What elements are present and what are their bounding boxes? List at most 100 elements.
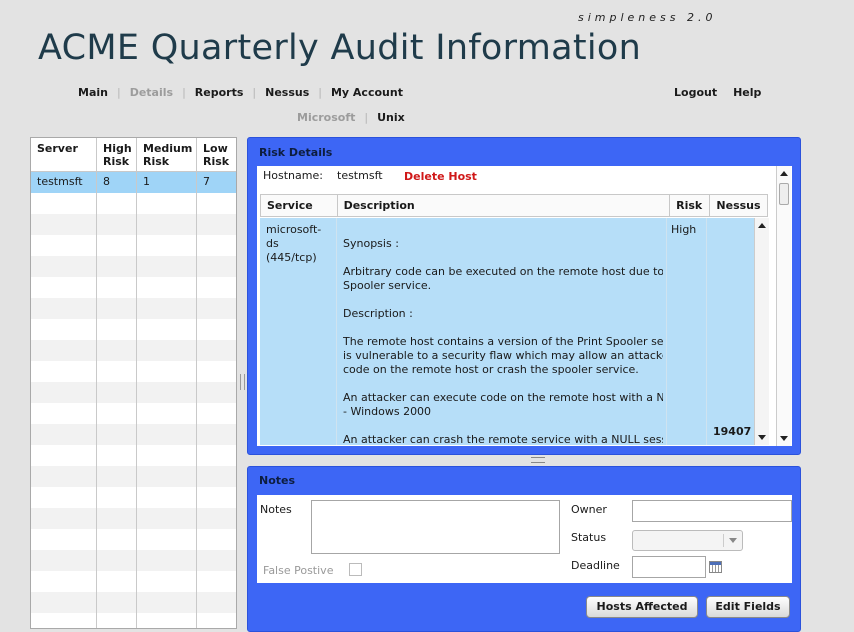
empty-grid-row <box>31 508 236 529</box>
empty-grid-row <box>31 277 236 298</box>
service-line: microsoft- <box>266 223 322 236</box>
description-cell: Synopsis : Arbitrary code can be executed… <box>343 237 663 445</box>
edit-fields-button[interactable]: Edit Fields <box>706 596 790 618</box>
empty-grid-row <box>31 445 236 466</box>
grid-header: Server High Risk Medium Risk Low Risk <box>31 138 236 172</box>
description-paragraph: Description : <box>343 307 413 320</box>
empty-grid-row <box>31 529 236 550</box>
inner-scrollbar[interactable] <box>754 218 769 445</box>
nav-separator: | <box>116 86 121 99</box>
col-nessus-header[interactable]: Nessus <box>709 194 768 217</box>
empty-grid-row <box>31 361 236 382</box>
hosts-affected-button[interactable]: Hosts Affected <box>586 596 698 618</box>
description-paragraph: The remote host contains a version of th… <box>343 335 663 376</box>
empty-grid-row <box>31 424 236 445</box>
high-risk-count: 8 <box>103 175 110 188</box>
medium-risk-count: 1 <box>143 175 150 188</box>
col-service-header[interactable]: Service <box>260 194 338 217</box>
sub-nav: Microsoft | Unix <box>297 111 405 124</box>
service-cell: microsoft-ds (445/tcp) <box>266 223 321 445</box>
notes-form: Notes False Postive Owner Status Deadlin… <box>257 495 792 583</box>
col-low-header[interactable]: Low Risk <box>197 138 236 171</box>
empty-grid-row <box>31 340 236 361</box>
description-paragraph: Arbitrary code can be executed on the re… <box>343 265 663 292</box>
nav-separator: | <box>182 86 186 99</box>
owner-input[interactable] <box>632 500 792 522</box>
empty-grid-row <box>31 466 236 487</box>
select-divider <box>723 534 724 547</box>
risk-table-header: Service Description Risk Nessus <box>260 194 768 217</box>
notes-label: Notes <box>260 503 292 516</box>
empty-grid-row <box>31 487 236 508</box>
nav-logout[interactable]: Logout <box>674 86 717 99</box>
scroll-up-icon[interactable] <box>780 171 788 176</box>
col-description-header[interactable]: Description <box>336 194 671 217</box>
empty-grid-row <box>31 319 236 340</box>
scroll-thumb[interactable] <box>779 183 789 205</box>
status-select[interactable] <box>632 530 743 551</box>
column-divider <box>96 138 97 628</box>
scroll-down-icon[interactable] <box>780 436 788 441</box>
risk-details-panel: Risk Details Hostname: testmsft Delete H… <box>247 137 801 455</box>
scroll-down-icon[interactable] <box>758 435 766 440</box>
false-positive-checkbox[interactable] <box>349 563 362 576</box>
nav-main[interactable]: Main <box>78 86 108 99</box>
empty-grid-row <box>31 298 236 319</box>
panel-title: Risk Details <box>259 146 333 159</box>
col-risk-header[interactable]: Risk <box>669 194 711 217</box>
empty-grid-row <box>31 382 236 403</box>
description-paragraph: An attacker can execute code on the remo… <box>343 391 663 418</box>
owner-label: Owner <box>571 503 607 516</box>
nav-separator: | <box>364 111 369 124</box>
splitter-handle[interactable] <box>240 374 245 390</box>
col-server-header[interactable]: Server <box>31 138 97 171</box>
column-divider <box>666 218 667 445</box>
panel-title: Notes <box>259 474 296 487</box>
empty-grid-row <box>31 613 236 628</box>
col-medium-header[interactable]: Medium Risk <box>137 138 197 171</box>
table-row[interactable]: microsoft-ds (445/tcp) Synopsis : Arbitrar… <box>260 218 754 445</box>
column-divider <box>336 218 337 445</box>
description-paragraph: Synopsis : <box>343 237 399 250</box>
service-line: ds <box>266 237 279 250</box>
nav-nessus[interactable]: Nessus <box>265 86 309 99</box>
outer-scrollbar[interactable] <box>776 166 791 446</box>
column-divider <box>706 218 707 445</box>
brand-tagline: simpleness 2.0 <box>578 11 717 24</box>
nav-reports[interactable]: Reports <box>195 86 244 99</box>
empty-grid-row <box>31 193 236 214</box>
nav-my-account[interactable]: My Account <box>331 86 403 99</box>
nav-help[interactable]: Help <box>733 86 761 99</box>
deadline-label: Deadline <box>571 559 620 572</box>
main-nav: Main | Details | Reports | Nessus | My Account <box>78 86 403 99</box>
server-grid: Server High Risk Medium Risk Low Risk te… <box>30 137 237 629</box>
column-divider <box>196 138 197 628</box>
low-risk-count: 7 <box>203 175 210 188</box>
empty-grid-row <box>31 592 236 613</box>
service-line: (445/tcp) <box>266 251 317 264</box>
resize-grip-icon[interactable] <box>531 457 545 463</box>
chevron-down-icon <box>729 538 737 543</box>
empty-grid-row <box>31 571 236 592</box>
subnav-microsoft[interactable]: Microsoft <box>297 111 355 124</box>
empty-grid-row <box>31 256 236 277</box>
notes-panel: Notes Notes False Postive Owner Status D… <box>247 466 801 632</box>
delete-host-link[interactable]: Delete Host <box>404 170 477 183</box>
user-nav: Logout Help <box>674 86 761 99</box>
scroll-up-icon[interactable] <box>758 223 766 228</box>
empty-grid-row <box>31 403 236 424</box>
nessus-id-cell: 19407 <box>713 425 752 438</box>
calendar-icon[interactable] <box>709 561 722 573</box>
nav-details[interactable]: Details <box>130 86 173 99</box>
notes-textarea[interactable] <box>311 500 560 554</box>
empty-grid-row <box>31 550 236 571</box>
description-paragraph: An attacker can crash the remote service… <box>343 433 663 445</box>
status-label: Status <box>571 531 607 544</box>
table-row[interactable]: testmsft 8 1 7 <box>31 172 236 193</box>
hostname-value: testmsft <box>337 169 383 182</box>
deadline-input[interactable] <box>632 556 706 578</box>
col-high-header[interactable]: High Risk <box>97 138 137 171</box>
page-title: ACME Quarterly Audit Information <box>38 28 642 68</box>
subnav-unix[interactable]: Unix <box>377 111 405 124</box>
risk-details-body: Hostname: testmsft Delete Host Service D… <box>257 166 792 446</box>
